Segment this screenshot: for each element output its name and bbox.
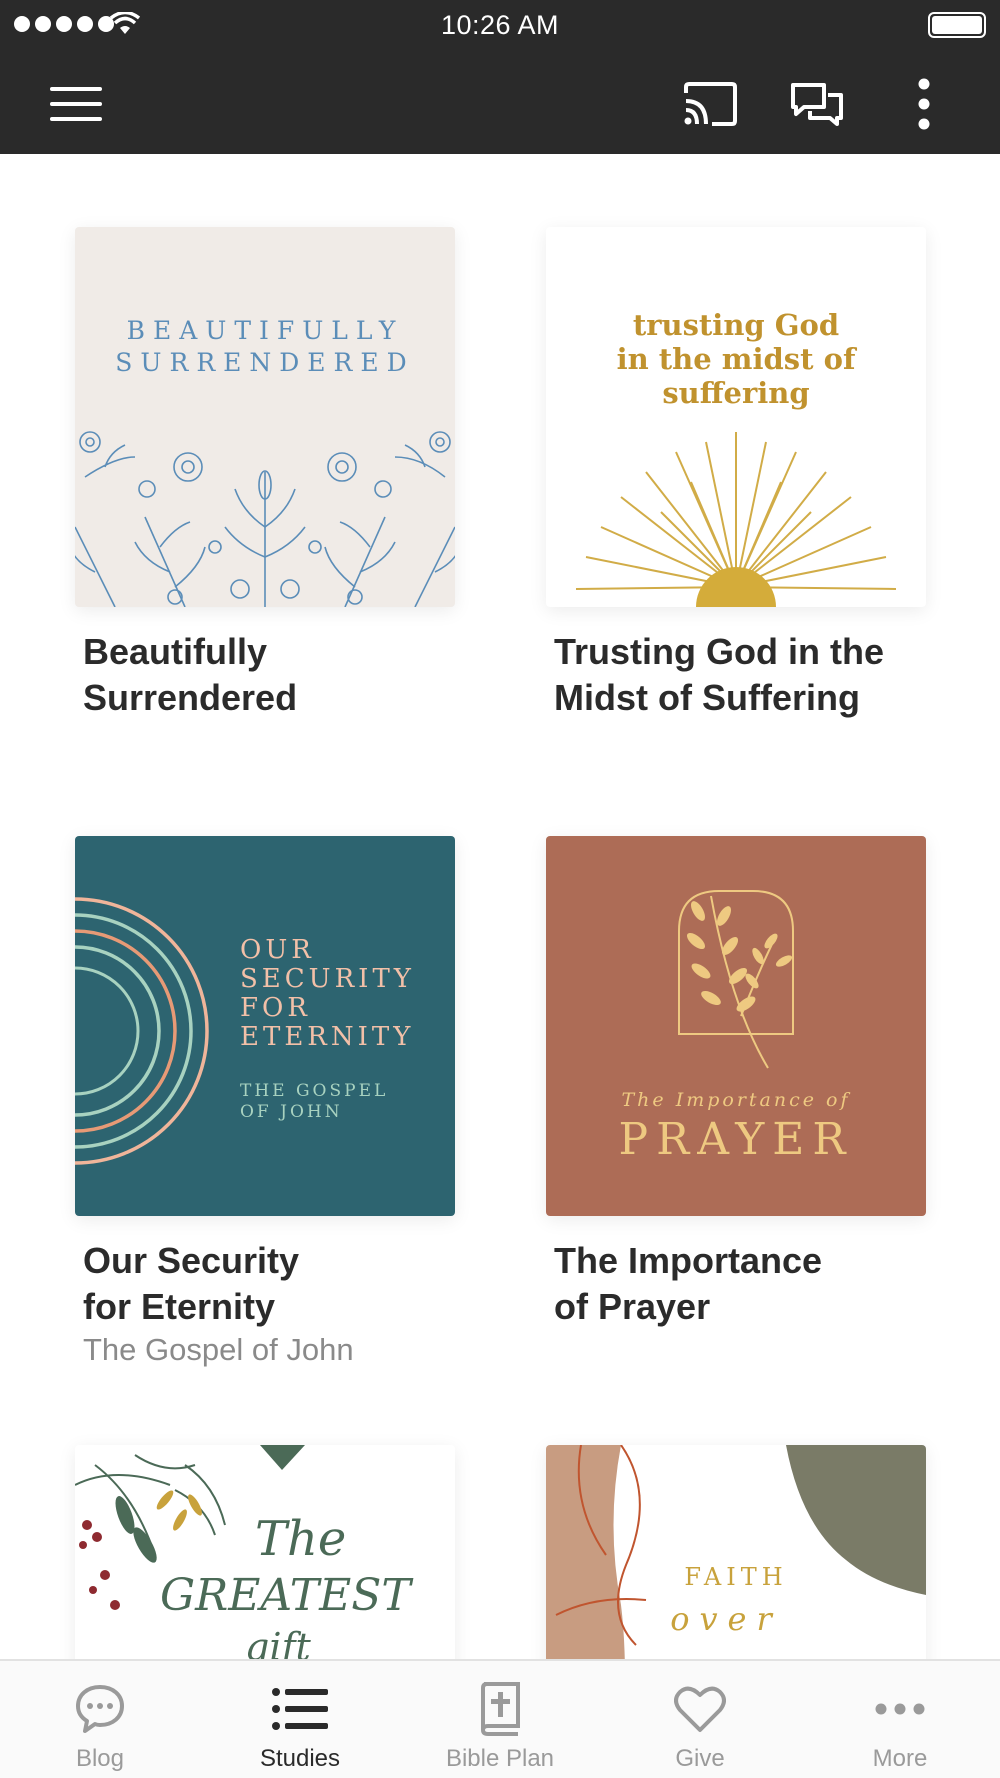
study-cover-greatest-gift: The GREATEST gift (75, 1445, 455, 1659)
status-bar: 10:26 AM (0, 0, 1000, 52)
tab-bible-plan[interactable]: Bible Plan (400, 1661, 600, 1778)
tab-studies[interactable]: Studies (200, 1661, 400, 1778)
cover-text-line: trusting God (633, 308, 839, 342)
tab-label: More (872, 1745, 928, 1772)
tab-more[interactable]: More (800, 1661, 1000, 1778)
cover-text-line: over (670, 1600, 782, 1638)
tab-label: Give (675, 1745, 725, 1772)
study-cover-trusting-god: trusting God in the midst of suffering (546, 227, 926, 607)
tab-label: Bible Plan (445, 1745, 555, 1772)
battery-icon (928, 12, 986, 38)
clock: 10:26 AM (440, 10, 560, 40)
study-cover-faith-over: FAITH over (546, 1445, 926, 1659)
study-title: Trusting God in the Midst of Suffering (554, 631, 884, 718)
vertical-dots-icon (918, 78, 930, 130)
cover-text-line: SURRENDERED (115, 348, 414, 377)
hamburger-icon (50, 87, 102, 121)
tab-blog[interactable]: Blog (0, 1661, 200, 1778)
study-title: Beautifully Surrendered (83, 631, 298, 718)
study-cover-our-security: OUR SECURITY FOR ETERNITY THE GOSPEL OF … (75, 836, 455, 1216)
menu-button[interactable] (46, 74, 106, 134)
chat-icon (791, 83, 843, 126)
cover-text-line: in the midst of (617, 342, 858, 376)
study-title: The Importance of Prayer (554, 1240, 823, 1327)
cover-text-line: BEAUTIFULLY (127, 316, 404, 345)
tab-label: Studies (259, 1745, 341, 1772)
chat-bubble-icon (76, 1685, 124, 1733)
study-subtitle: The Gospel of John (83, 1332, 354, 1367)
cover-text-line: ETERNITY (240, 1022, 414, 1052)
tab-give[interactable]: Give (600, 1661, 800, 1778)
studies-grid: BEAUTIFULLY SURRENDERED Beautifully Surr… (0, 154, 1000, 1659)
study-card[interactable]: trusting God in the midst of suffering T… (546, 227, 926, 721)
cover-text-line: OUR (240, 935, 315, 965)
overflow-menu-button[interactable] (894, 74, 954, 134)
cover-text-line: PRAYER (618, 1114, 853, 1165)
study-card[interactable]: FAITH over (546, 1445, 926, 1659)
cover-text-line: OF JOHN (240, 1102, 343, 1122)
cover-text-line: THE GOSPEL (240, 1081, 388, 1101)
cover-text-line: FOR (240, 993, 311, 1023)
cover-text-line: The Importance of (622, 1089, 851, 1111)
cast-icon (684, 82, 737, 126)
cover-text-line: FAITH (684, 1563, 787, 1591)
cover-text-line: suffering (662, 376, 809, 410)
list-icon (272, 1688, 328, 1730)
study-cover-beautifully-surrendered: BEAUTIFULLY SURRENDERED (75, 227, 455, 607)
top-toolbar (0, 52, 1000, 154)
bible-icon (480, 1682, 520, 1736)
heart-icon (674, 1686, 726, 1732)
study-card[interactable]: BEAUTIFULLY SURRENDERED Beautifully Surr… (75, 227, 455, 721)
study-title: Our Security for Eternity (83, 1240, 300, 1327)
study-card[interactable]: OUR SECURITY FOR ETERNITY THE GOSPEL OF … (75, 836, 455, 1370)
cover-text-line: SECURITY (240, 964, 415, 994)
study-card[interactable]: The Importance of PRAYER The Importance … (546, 836, 926, 1330)
more-dots-icon (875, 1703, 925, 1715)
study-cover-importance-of-prayer: The Importance of PRAYER (546, 836, 926, 1216)
study-card[interactable]: The GREATEST gift (75, 1445, 455, 1659)
bottom-tab-bar: Blog Studies Bible Plan Give More (0, 1659, 1000, 1778)
cast-button[interactable] (680, 74, 740, 134)
cover-text-line: gift (245, 1625, 312, 1659)
cover-text-line: The (255, 1511, 346, 1567)
tab-label: Blog (75, 1745, 125, 1772)
chat-button[interactable] (787, 74, 847, 134)
cover-text-line: GREATEST (160, 1570, 414, 1621)
